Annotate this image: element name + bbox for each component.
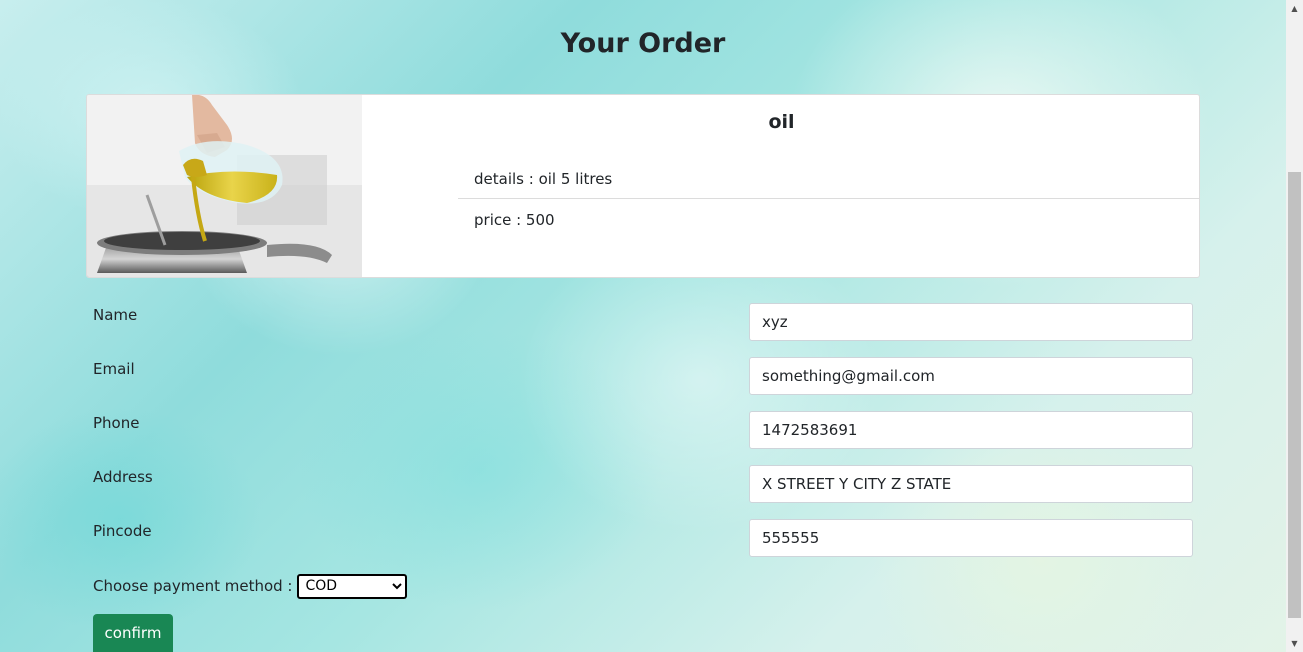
payment-method-select[interactable]: COD — [297, 573, 408, 599]
address-label: Address — [93, 468, 153, 486]
page-title: Your Order — [560, 28, 726, 59]
scroll-down-arrow-icon[interactable]: ▼ — [1286, 635, 1303, 652]
pincode-row: Pincode — [93, 519, 1193, 557]
phone-label: Phone — [93, 414, 140, 432]
oil-pouring-photo — [87, 95, 362, 277]
product-details: details : oil 5 litres — [458, 159, 1199, 199]
scroll-up-arrow-icon[interactable]: ▲ — [1286, 0, 1303, 17]
vertical-scrollbar[interactable]: ▲ ▼ — [1286, 0, 1303, 652]
email-label: Email — [93, 360, 135, 378]
scroll-thumb[interactable] — [1288, 172, 1301, 618]
name-field[interactable] — [749, 303, 1193, 341]
product-name: oil — [768, 111, 795, 133]
order-card: oil details : oil 5 litres price : 500 — [86, 94, 1200, 278]
email-row: Email — [93, 357, 1193, 395]
name-row: Name — [93, 303, 1193, 341]
pincode-label: Pincode — [93, 522, 152, 540]
address-field[interactable] — [749, 465, 1193, 503]
payment-method-label: Choose payment method : — [93, 577, 293, 595]
pincode-field[interactable] — [749, 519, 1193, 557]
phone-row: Phone — [93, 411, 1193, 449]
product-price: price : 500 — [474, 211, 555, 229]
payment-method-row: Choose payment method : COD — [93, 573, 408, 599]
address-row: Address — [93, 465, 1193, 503]
email-field[interactable] — [749, 357, 1193, 395]
name-label: Name — [93, 306, 138, 324]
confirm-button[interactable]: confirm — [93, 614, 173, 652]
product-image — [87, 95, 362, 277]
phone-field[interactable] — [749, 411, 1193, 449]
